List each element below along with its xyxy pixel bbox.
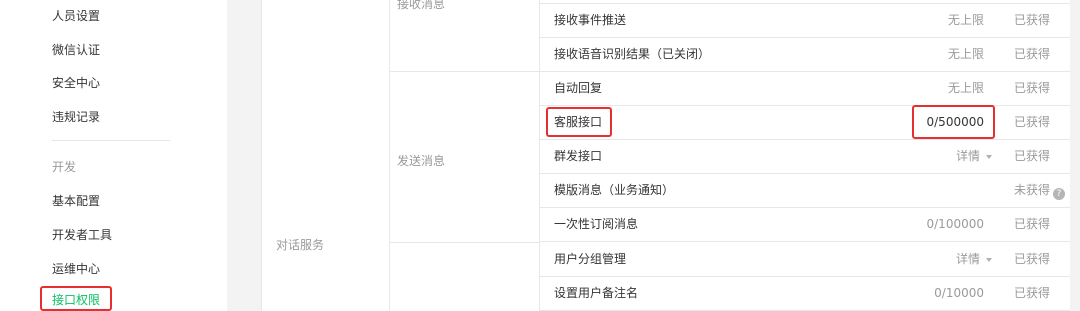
service-category: 对话服务 — [276, 238, 325, 252]
row-limit: 无上限 — [947, 13, 984, 27]
table-row: 自动回复 无上限 已获得 — [539, 72, 1070, 106]
row-limit: 无上限 — [947, 47, 984, 61]
row-limit: 0/10000 — [934, 286, 984, 300]
group-send-messages: 发送消息 — [397, 154, 446, 168]
sidebar-item-violations[interactable]: 违规记录 — [52, 108, 100, 125]
row-name: 自动回复 — [554, 81, 603, 95]
row-status: 已获得 — [1014, 252, 1051, 266]
help-icon[interactable]: ? — [1053, 188, 1066, 200]
sidebar: 人员设置 微信认证 安全中心 违规记录 开发 基本配置 开发者工具 运维中心 接… — [0, 0, 227, 311]
sidebar-divider — [52, 140, 170, 141]
row-limit: 无上限 — [947, 81, 984, 95]
permissions-table: 对话服务 接收消息 发送消息 接收事件推送 无上限 已获得 接收语音识别结果（已… — [261, 0, 1070, 311]
table-row: 接收事件推送 无上限 已获得 — [539, 4, 1070, 38]
row-status-unobtained: 未获得? — [1014, 174, 1066, 207]
highlight-box-customer-service — [546, 107, 612, 137]
row-name: 设置用户备注名 — [554, 286, 639, 300]
table-row: 群发接口 详情 已获得 — [539, 140, 1070, 174]
row-status: 已获得 — [1014, 47, 1051, 61]
table-row: 设置用户备注名 0/10000 已获得 — [539, 277, 1070, 311]
table-row: 一次性订阅消息 0/100000 已获得 — [539, 208, 1070, 242]
row-status: 已获得 — [1014, 149, 1051, 163]
row-name: 群发接口 — [554, 149, 603, 163]
sidebar-group-dev: 开发 — [52, 160, 77, 174]
sidebar-item-interface-permission[interactable]: 接口权限 — [52, 291, 100, 308]
row-status: 已获得 — [1014, 286, 1051, 300]
highlight-box-quota — [912, 105, 995, 139]
row-status: 已获得 — [1014, 13, 1051, 27]
table-row: 接收语音识别结果（已关闭） 无上限 已获得 — [539, 38, 1070, 72]
row-name: 接收事件推送 — [554, 13, 627, 27]
table-row: 用户分组管理 详情 已获得 — [539, 243, 1070, 277]
details-dropdown[interactable]: 详情 — [956, 140, 992, 173]
row-name: 模版消息（业务通知） — [554, 183, 675, 197]
row-name: 用户分组管理 — [554, 252, 627, 266]
row-name: 一次性订阅消息 — [554, 217, 639, 231]
sidebar-item-wechat-verify[interactable]: 微信认证 — [52, 41, 100, 58]
group-divider — [389, 71, 539, 72]
row-status: 已获得 — [1014, 217, 1051, 231]
column-separator — [389, 0, 390, 311]
chevron-down-icon — [986, 154, 992, 159]
group-divider — [389, 242, 539, 243]
details-dropdown[interactable]: 详情 — [956, 243, 992, 276]
row-name: 接收语音识别结果（已关闭） — [554, 47, 711, 61]
chevron-down-icon — [986, 257, 992, 262]
sidebar-item-basic-config[interactable]: 基本配置 — [52, 192, 100, 209]
details-label: 详情 — [955, 252, 980, 266]
sidebar-item-dev-tools[interactable]: 开发者工具 — [52, 226, 112, 243]
details-label: 详情 — [955, 149, 980, 163]
status-label: 未获得 — [1014, 183, 1051, 197]
row-limit: 0/100000 — [926, 217, 985, 231]
row-status: 已获得 — [1014, 81, 1051, 95]
sidebar-item-personnel[interactable]: 人员设置 — [52, 7, 100, 24]
row-status: 已获得 — [1014, 115, 1051, 129]
sidebar-item-ops-center[interactable]: 运维中心 — [52, 260, 100, 277]
group-receive-messages: 接收消息 — [397, 0, 446, 11]
table-row: 模版消息（业务通知） 未获得? — [539, 174, 1070, 208]
sidebar-item-security[interactable]: 安全中心 — [52, 74, 100, 91]
